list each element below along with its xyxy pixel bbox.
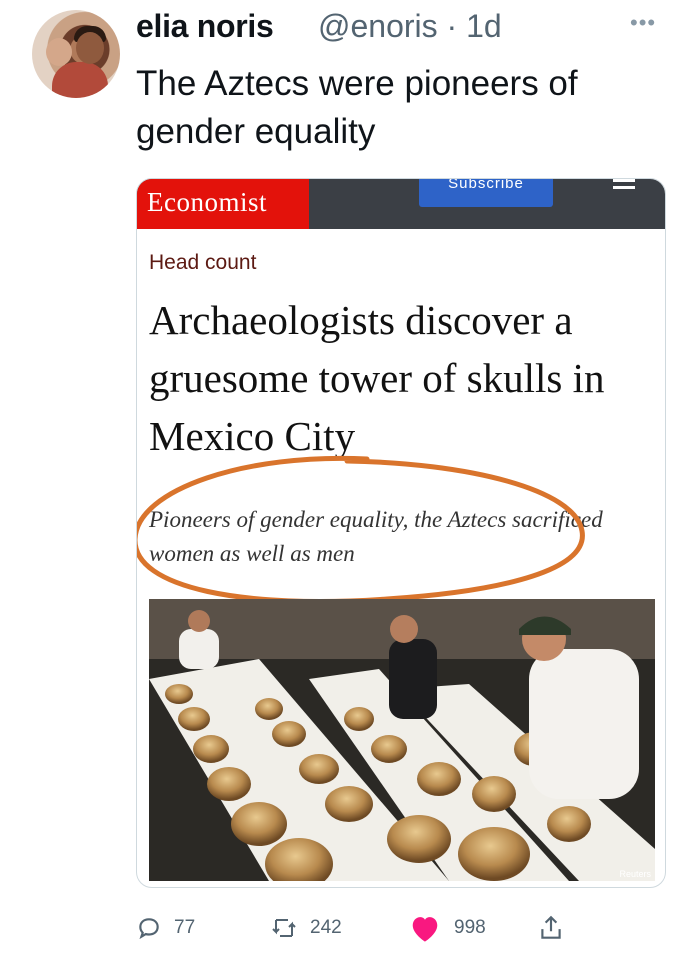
- like-count: 998: [454, 917, 486, 938]
- author-handle-time[interactable]: @enoris · 1d: [318, 8, 502, 45]
- retweet-button[interactable]: 242: [270, 910, 342, 946]
- avatar[interactable]: [32, 10, 120, 98]
- avatar-child: [46, 38, 72, 66]
- article-headline: Archaeologists discover a gruesome tower…: [149, 297, 605, 459]
- more-dots-icon[interactable]: •••: [630, 10, 656, 36]
- heart-icon: [412, 917, 438, 942]
- article-subheadline: Pioneers of gender equality, the Aztecs …: [149, 507, 603, 566]
- site-top-bar: Economist Subscribe: [137, 179, 665, 229]
- embedded-article-image[interactable]: Economist Subscribe Head count Archaeolo…: [136, 178, 666, 888]
- like-button[interactable]: 998: [408, 910, 486, 946]
- skulls-photo-illustration: [149, 599, 655, 881]
- tweet-actions-bar: 77 242 998: [136, 910, 676, 950]
- article-rubric: Head count: [149, 251, 257, 274]
- avatar-face: [76, 32, 104, 64]
- retweet-count: 242: [310, 917, 342, 938]
- photo-credit: Reuters: [619, 869, 651, 879]
- article-photo-skulls: Reuters: [149, 599, 655, 881]
- economist-logo: Economist: [137, 179, 309, 229]
- reply-icon: [139, 918, 159, 940]
- subscribe-button: Subscribe: [419, 179, 553, 207]
- avatar-shirt: [52, 62, 108, 98]
- share-button[interactable]: [538, 910, 576, 946]
- reply-button[interactable]: 77: [136, 910, 195, 946]
- retweet-icon: [272, 919, 296, 937]
- share-icon: [541, 915, 561, 939]
- reply-count: 77: [174, 917, 196, 938]
- hamburger-menu-icon: [613, 179, 635, 193]
- tweet-text: The Aztecs were pioneers of gender equal…: [136, 64, 578, 151]
- author-name[interactable]: elia noris: [136, 8, 274, 45]
